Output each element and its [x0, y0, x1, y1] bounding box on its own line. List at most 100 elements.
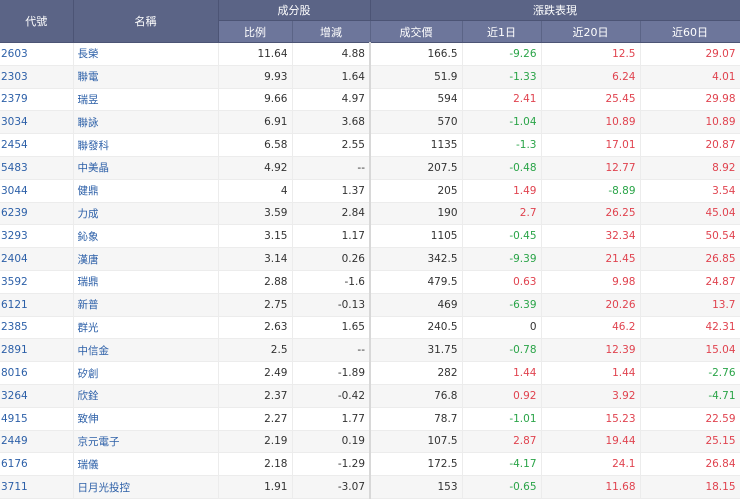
change-60d-cell: 50.54	[640, 224, 740, 249]
stock-code-link[interactable]: 2404	[0, 247, 74, 271]
stock-code-link[interactable]: 3592	[0, 270, 74, 294]
change-60d-cell: 8.92	[640, 156, 740, 180]
change-60d-cell: 3.54	[640, 179, 740, 203]
change-cell: --	[292, 338, 371, 363]
stock-name-link[interactable]: 中美晶	[73, 156, 219, 180]
change-cell: 2.55	[292, 133, 371, 157]
price-cell: 51.9	[370, 65, 463, 89]
stock-name-link[interactable]: 長榮	[73, 42, 219, 66]
stock-name-link[interactable]: 新普	[73, 293, 219, 317]
change-20d-cell: 6.24	[541, 65, 641, 89]
stock-name-link[interactable]: 中信金	[73, 338, 219, 363]
table-row: 3592 瑞鼎 2.88 -1.6 479.5 0.63 9.98 24.87	[0, 270, 740, 294]
price-cell: 207.5	[370, 156, 463, 180]
stock-name-link[interactable]: 健鼎	[73, 179, 219, 203]
change-60d-cell: 10.89	[640, 110, 740, 135]
table-row: 2404 漢唐 3.14 0.26 342.5 -9.39 21.45 26.85	[0, 247, 740, 271]
ratio-cell: 3.15	[218, 224, 293, 249]
stock-name-link[interactable]: 瑞鼎	[73, 270, 219, 294]
change-cell: 1.37	[292, 179, 371, 203]
change-60d-cell: 4.01	[640, 65, 740, 89]
stock-name-link[interactable]: 鈊象	[73, 224, 219, 249]
stock-code-link[interactable]: 2449	[0, 430, 74, 454]
price-cell: 166.5	[370, 42, 463, 66]
change-cell: 1.17	[292, 224, 371, 249]
column-header-20d[interactable]: 近20日	[541, 20, 641, 43]
stock-name-link[interactable]: 漢唐	[73, 247, 219, 271]
stock-code-link[interactable]: 3034	[0, 110, 74, 135]
stock-code-link[interactable]: 2891	[0, 338, 74, 363]
stock-code-link[interactable]: 4915	[0, 407, 74, 431]
change-cell: 4.88	[292, 42, 371, 66]
change-1d-cell: 0	[462, 316, 542, 340]
stock-name-link[interactable]: 欣銓	[73, 384, 219, 408]
stock-name-link[interactable]: 群光	[73, 316, 219, 340]
stock-name-link[interactable]: 致伸	[73, 407, 219, 431]
column-header-ratio[interactable]: 比例	[218, 20, 293, 43]
stock-code-link[interactable]: 2303	[0, 65, 74, 89]
stock-code-link[interactable]: 6176	[0, 452, 74, 477]
stock-code-link[interactable]: 3044	[0, 179, 74, 203]
stock-name-link[interactable]: 日月光投控	[73, 475, 219, 499]
change-cell: -0.13	[292, 293, 371, 317]
price-cell: 153	[370, 475, 463, 499]
stock-name-link[interactable]: 矽創	[73, 361, 219, 385]
ratio-cell: 2.18	[218, 452, 293, 477]
ratio-cell: 11.64	[218, 42, 293, 66]
table-row: 5483 中美晶 4.92 -- 207.5 -0.48 12.77 8.92	[0, 156, 740, 180]
stock-code-link[interactable]: 6239	[0, 202, 74, 226]
price-cell: 76.8	[370, 384, 463, 408]
column-header-price[interactable]: 成交價	[370, 20, 463, 43]
stock-name-link[interactable]: 瑞昱	[73, 88, 219, 112]
change-20d-cell: 24.1	[541, 452, 641, 477]
column-header-change[interactable]: 增減	[292, 20, 371, 43]
stock-name-link[interactable]: 聯電	[73, 65, 219, 89]
stock-code-link[interactable]: 2379	[0, 88, 74, 112]
change-20d-cell: 32.34	[541, 224, 641, 249]
change-20d-cell: 3.92	[541, 384, 641, 408]
table-row: 3044 健鼎 4 1.37 205 1.49 -8.89 3.54	[0, 179, 740, 203]
stock-code-link[interactable]: 2385	[0, 316, 74, 340]
stock-code-link[interactable]: 6121	[0, 293, 74, 317]
stock-code-link[interactable]: 3711	[0, 475, 74, 499]
change-1d-cell: -1.01	[462, 407, 542, 431]
table-row: 2449 京元電子 2.19 0.19 107.5 2.87 19.44 25.15	[0, 430, 740, 454]
stock-code-link[interactable]: 3293	[0, 224, 74, 249]
change-60d-cell: 29.07	[640, 42, 740, 66]
price-cell: 282	[370, 361, 463, 385]
column-header-1d[interactable]: 近1日	[462, 20, 542, 43]
stock-code-link[interactable]: 8016	[0, 361, 74, 385]
table-row: 2303 聯電 9.93 1.64 51.9 -1.33 6.24 4.01	[0, 65, 740, 89]
table-row: 3293 鈊象 3.15 1.17 1105 -0.45 32.34 50.54	[0, 224, 740, 249]
change-cell: 3.68	[292, 110, 371, 135]
table-body: 2603 長榮 11.64 4.88 166.5 -9.26 12.5 29.07 2303 聯電…	[0, 42, 740, 499]
change-cell: 1.64	[292, 65, 371, 89]
price-cell: 594	[370, 88, 463, 112]
change-20d-cell: 19.44	[541, 430, 641, 454]
price-cell: 31.75	[370, 338, 463, 363]
change-cell: -0.42	[292, 384, 371, 408]
ratio-cell: 2.5	[218, 338, 293, 363]
change-cell: 0.19	[292, 430, 371, 454]
stock-code-link[interactable]: 2603	[0, 42, 74, 66]
change-1d-cell: -0.78	[462, 338, 542, 363]
stock-name-link[interactable]: 瑞儀	[73, 452, 219, 477]
stock-name-link[interactable]: 力成	[73, 202, 219, 226]
change-20d-cell: 21.45	[541, 247, 641, 271]
column-header-60d[interactable]: 近60日	[640, 20, 740, 43]
change-20d-cell: 1.44	[541, 361, 641, 385]
stock-code-link[interactable]: 5483	[0, 156, 74, 180]
column-header-name[interactable]: 名稱	[73, 0, 219, 43]
table-row: 4915 致伸 2.27 1.77 78.7 -1.01 15.23 22.59	[0, 407, 740, 431]
stock-name-link[interactable]: 京元電子	[73, 430, 219, 454]
stock-name-link[interactable]: 聯發科	[73, 133, 219, 157]
change-60d-cell: 29.98	[640, 88, 740, 112]
price-cell: 469	[370, 293, 463, 317]
stock-name-link[interactable]: 聯詠	[73, 110, 219, 135]
change-60d-cell: 26.84	[640, 452, 740, 477]
column-header-code[interactable]: 代號	[0, 0, 74, 43]
change-cell: 0.26	[292, 247, 371, 271]
stock-code-link[interactable]: 3264	[0, 384, 74, 408]
stock-code-link[interactable]: 2454	[0, 133, 74, 157]
change-cell: 2.84	[292, 202, 371, 226]
